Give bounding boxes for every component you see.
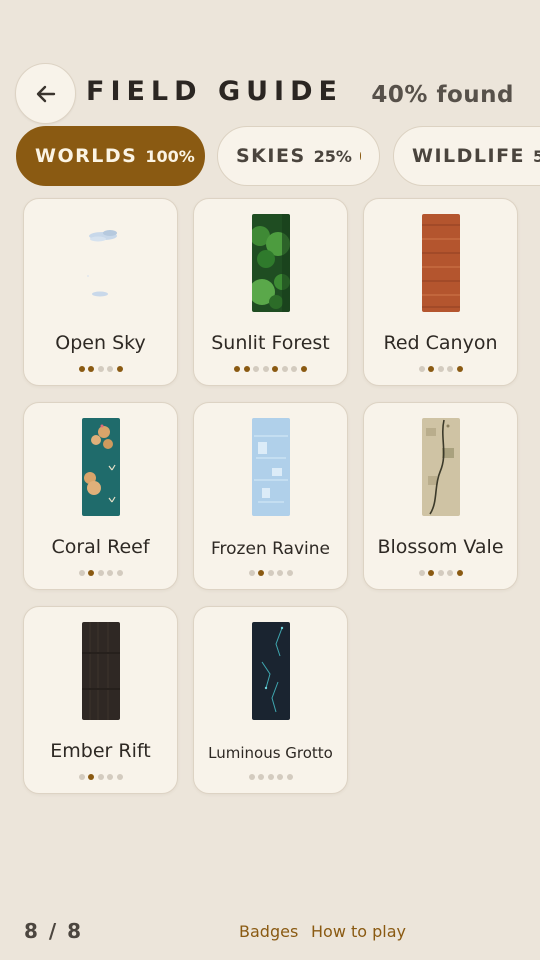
world-card-luminous-grotto[interactable]: Luminous Grotto — [193, 606, 348, 794]
tab-skies[interactable]: SKIES 25% — [217, 126, 380, 186]
world-card-coral-reef[interactable]: Coral Reef — [23, 402, 178, 590]
progress-dot — [428, 570, 434, 576]
progress-dot — [97, 774, 104, 780]
tab-worlds[interactable]: WORLDS 100% — [16, 126, 205, 186]
tab-percentage: 53 — [533, 146, 540, 166]
progress-dot — [286, 570, 293, 576]
world-name: Ember Rift — [50, 740, 151, 762]
dark-cave-glow-icon — [252, 622, 290, 720]
progress-dot — [253, 366, 260, 372]
world-card-open-sky[interactable]: Open Sky — [23, 198, 178, 386]
world-name: Frozen Ravine — [211, 539, 330, 559]
progress-dot — [88, 774, 94, 780]
progress-dot — [107, 366, 113, 372]
progress-dot — [437, 570, 444, 576]
progress-dot — [291, 366, 298, 372]
progress-dots — [24, 774, 177, 780]
world-name: Sunlit Forest — [211, 332, 330, 354]
red-rock-layers-icon — [422, 214, 460, 312]
progress-dots — [194, 366, 347, 372]
progress-dot — [116, 774, 123, 780]
progress-dot — [418, 570, 425, 576]
progress-dot — [418, 366, 425, 372]
progress-dots — [364, 366, 517, 372]
arrow-left-icon — [36, 85, 55, 102]
world-name: Luminous Grotto — [208, 744, 333, 762]
progress-dots — [194, 774, 347, 780]
progress-dot — [116, 366, 123, 372]
tab-label: SKIES — [236, 145, 306, 167]
progress-dot — [277, 570, 283, 576]
progress-dots — [194, 570, 347, 576]
progress-dot — [447, 570, 453, 576]
progress-dot — [277, 774, 283, 780]
category-tabs: WORLDS 100% SKIES 25% WILDLIFE 53 — [16, 126, 540, 186]
page-counter: 8 / 8 — [24, 919, 84, 943]
progress-dot — [88, 570, 94, 576]
beige-vines-icon — [422, 418, 460, 516]
world-name: Open Sky — [55, 332, 146, 354]
progress-dot — [258, 774, 264, 780]
progress-dot — [78, 570, 85, 576]
progress-dot — [267, 774, 274, 780]
progress-dot — [97, 570, 104, 576]
progress-dot — [262, 366, 269, 372]
progress-dot — [234, 366, 241, 372]
world-name: Red Canyon — [383, 332, 498, 354]
progress-dot — [88, 366, 94, 372]
progress-dot — [267, 570, 274, 576]
found-percentage: 40% found — [371, 82, 514, 108]
progress-dots — [24, 366, 177, 372]
green-trees-icon — [252, 214, 290, 312]
world-name: Blossom Vale — [377, 536, 504, 558]
ice-blue-icon — [252, 418, 290, 516]
progress-dot — [300, 366, 307, 372]
progress-dots — [364, 570, 517, 576]
progress-dot — [243, 366, 250, 372]
page-title: FIELD GUIDE — [86, 76, 343, 107]
how-to-play-link[interactable]: How to play — [311, 922, 406, 941]
progress-dot — [437, 366, 444, 372]
progress-dots — [24, 570, 177, 576]
sky-clouds-icon — [82, 214, 120, 312]
world-name: Coral Reef — [51, 536, 150, 558]
progress-dot — [248, 774, 255, 780]
new-indicator-dot — [359, 152, 361, 160]
progress-dot — [116, 570, 123, 576]
teal-water-coral-icon — [82, 418, 120, 516]
progress-dot — [447, 366, 453, 372]
progress-dot — [286, 774, 293, 780]
progress-dot — [107, 774, 113, 780]
tab-percentage: 100% — [145, 146, 195, 166]
world-card-blossom-vale[interactable]: Blossom Vale — [363, 402, 518, 590]
dark-rock-icon — [82, 622, 120, 720]
progress-dot — [107, 570, 113, 576]
progress-dot — [428, 366, 434, 372]
progress-dot — [78, 774, 85, 780]
progress-dot — [248, 570, 255, 576]
tab-wildlife[interactable]: WILDLIFE 53 — [393, 126, 540, 186]
world-card-red-canyon[interactable]: Red Canyon — [363, 198, 518, 386]
back-button[interactable] — [15, 63, 76, 124]
world-card-sunlit-forest[interactable]: Sunlit Forest — [193, 198, 348, 386]
tab-label: WORLDS — [35, 145, 138, 167]
badges-link[interactable]: Badges — [239, 922, 298, 941]
progress-dot — [456, 366, 463, 372]
progress-dot — [272, 366, 279, 372]
progress-dot — [258, 570, 264, 576]
world-card-frozen-ravine[interactable]: Frozen Ravine — [193, 402, 348, 590]
tab-percentage: 25% — [313, 146, 352, 166]
progress-dot — [281, 366, 288, 372]
progress-dot — [97, 366, 104, 372]
tab-label: WILDLIFE — [412, 145, 526, 167]
progress-dot — [456, 570, 463, 576]
progress-dot — [78, 366, 85, 372]
world-card-ember-rift[interactable]: Ember Rift — [23, 606, 178, 794]
